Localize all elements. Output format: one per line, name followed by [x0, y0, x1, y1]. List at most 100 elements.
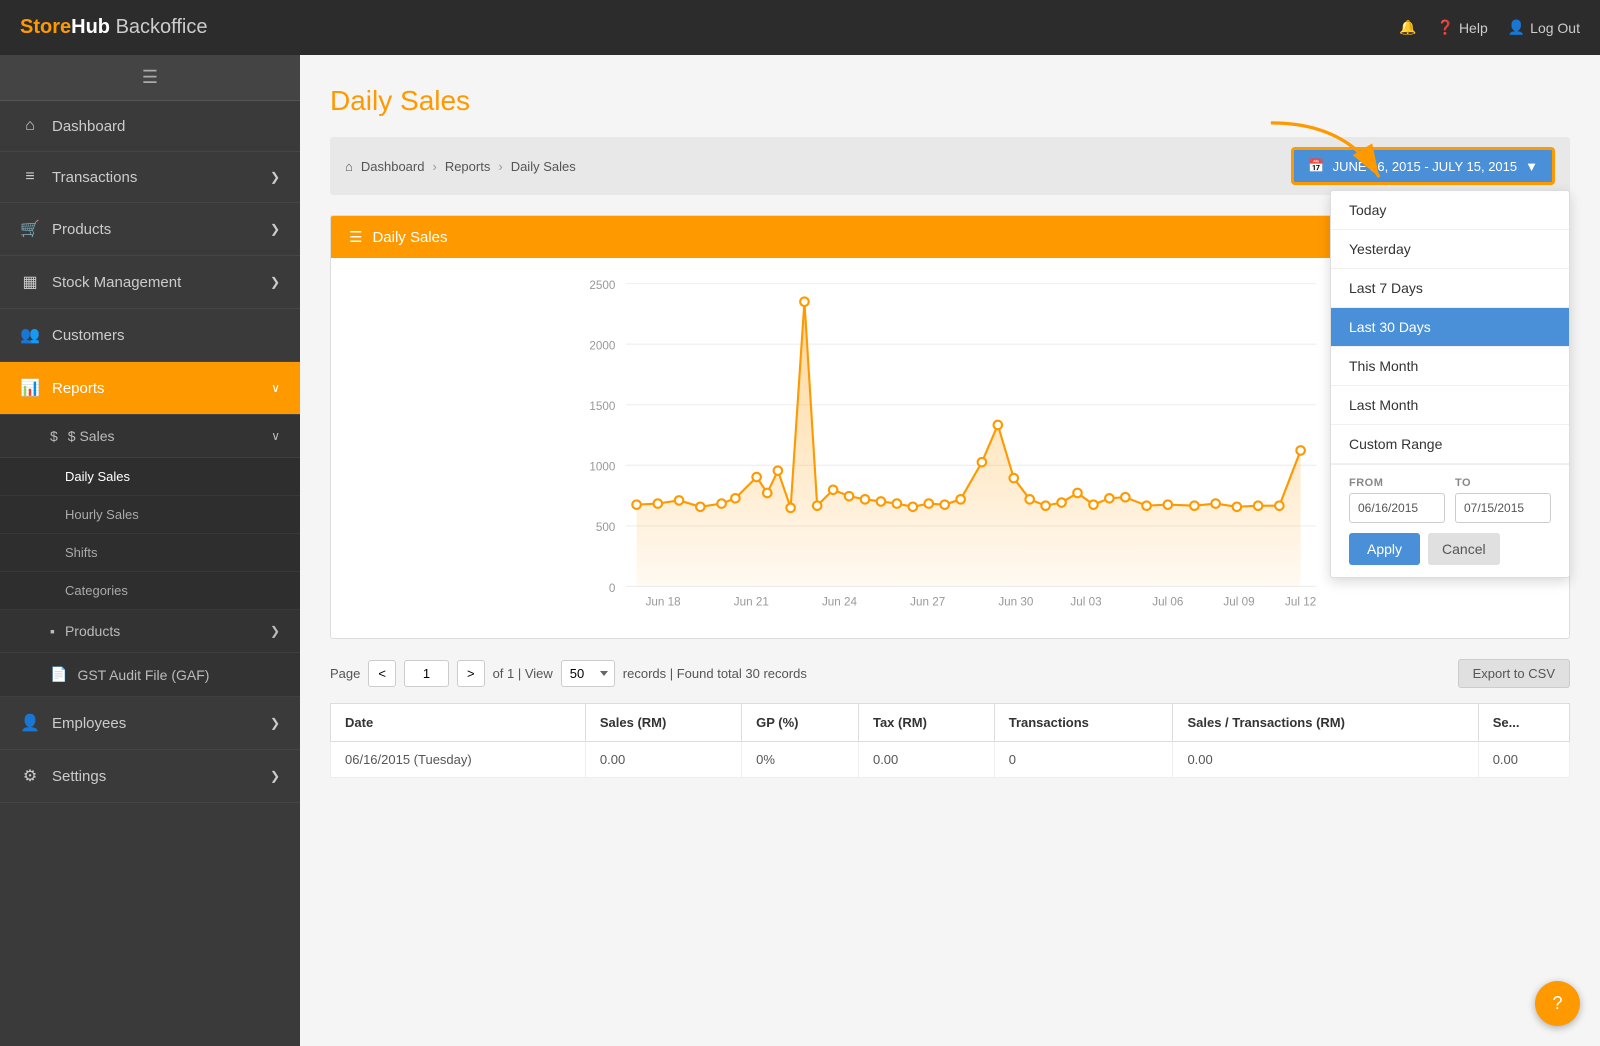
- cell-tax: 0.00: [858, 742, 994, 778]
- breadcrumb-bar: ⌂ Dashboard › Reports › Daily Sales 📅 JU…: [330, 137, 1570, 195]
- logout-label: Log Out: [1530, 20, 1580, 36]
- col-sales: Sales (RM): [585, 704, 741, 742]
- to-label: TO: [1455, 477, 1551, 489]
- sidebar-item-sales[interactable]: $ $ Sales ∨: [0, 415, 300, 458]
- svg-text:1500: 1500: [589, 400, 615, 413]
- records-per-page-select[interactable]: 50 100 200: [561, 660, 615, 687]
- notifications-bell[interactable]: 🔔: [1399, 19, 1416, 36]
- dropdown-option-today[interactable]: Today: [1331, 191, 1569, 230]
- page-label: Page: [330, 666, 360, 681]
- logout-link[interactable]: 👤 Log Out: [1508, 19, 1580, 36]
- dropdown-option-yesterday[interactable]: Yesterday: [1331, 230, 1569, 269]
- dropdown-option-last7[interactable]: Last 7 Days: [1331, 269, 1569, 308]
- dropdown-option-last30[interactable]: Last 30 Days: [1331, 308, 1569, 347]
- user-icon: 👤: [1508, 19, 1525, 36]
- sales-table: Date Sales (RM) GP (%) Tax (RM) Transact…: [330, 703, 1570, 778]
- next-page-button[interactable]: >: [457, 660, 485, 687]
- breadcrumb-daily-sales: Daily Sales: [511, 159, 576, 174]
- sidebar-item-products-label: Products: [52, 221, 111, 238]
- chart-title: Daily Sales: [372, 229, 447, 246]
- home-icon: ⌂: [20, 117, 40, 135]
- table-header-row: Date Sales (RM) GP (%) Tax (RM) Transact…: [331, 704, 1570, 742]
- help-icon: ❓: [1437, 19, 1454, 36]
- sidebar-item-hourly-sales-label: Hourly Sales: [65, 507, 139, 522]
- records-label: records | Found total 30 records: [623, 666, 807, 681]
- sidebar-toggle-button[interactable]: ☰: [0, 55, 300, 101]
- breadcrumb-sep1: ›: [432, 159, 436, 174]
- sidebar-item-products-report-label: Products: [65, 623, 120, 639]
- sidebar-item-settings[interactable]: ⚙ Settings ❯: [0, 750, 300, 803]
- help-label: Help: [1459, 20, 1488, 36]
- sidebar-item-dashboard[interactable]: ⌂ Dashboard: [0, 101, 300, 152]
- chart-menu-icon: ☰: [349, 228, 362, 246]
- sidebar-item-reports[interactable]: 📊 Reports ∨: [0, 362, 300, 415]
- sidebar-item-products-report[interactable]: ▪ Products ❯: [0, 610, 300, 653]
- sidebar-item-shifts-label: Shifts: [65, 545, 98, 560]
- sidebar-item-categories[interactable]: Categories: [0, 572, 300, 610]
- chat-icon: ?: [1552, 993, 1562, 1014]
- bell-icon: 🔔: [1399, 19, 1416, 36]
- sidebar-item-transactions[interactable]: ≡ Transactions ❯: [0, 152, 300, 203]
- from-label: FROM: [1349, 477, 1445, 489]
- export-csv-button[interactable]: Export to CSV: [1458, 659, 1570, 688]
- dropdown-option-this-month[interactable]: This Month: [1331, 347, 1569, 386]
- svg-text:Jun 24: Jun 24: [822, 596, 858, 609]
- date-picker-button[interactable]: 📅 JUNE 16, 2015 - JULY 15, 2015 ▼: [1291, 147, 1555, 185]
- cell-se: 0.00: [1478, 742, 1569, 778]
- sidebar-item-customers[interactable]: 👥 Customers: [0, 309, 300, 362]
- hamburger-icon: ☰: [142, 67, 158, 88]
- sidebar-item-gst[interactable]: 📄 GST Audit File (GAF): [0, 653, 300, 697]
- svg-text:2500: 2500: [589, 279, 615, 292]
- custom-range-actions: Apply Cancel: [1349, 533, 1551, 565]
- sidebar-item-employees[interactable]: 👤 Employees ❯: [0, 697, 300, 750]
- page-of-label: of 1 | View: [493, 666, 553, 681]
- sidebar: ☰ ⌂ Dashboard ≡ Transactions ❯ 🛒 Product…: [0, 55, 300, 1046]
- sidebar-item-employees-label: Employees: [52, 715, 126, 732]
- breadcrumb: ⌂ Dashboard › Reports › Daily Sales: [345, 159, 576, 174]
- svg-text:Jun 30: Jun 30: [998, 596, 1034, 609]
- date-range-dropdown: Today Yesterday Last 7 Days Last 30 Days…: [1330, 190, 1570, 578]
- cell-sales: 0.00: [585, 742, 741, 778]
- cell-date: 06/16/2015 (Tuesday): [331, 742, 586, 778]
- sidebar-item-daily-sales-label: Daily Sales: [65, 469, 130, 484]
- sales-submenu: Daily Sales Hourly Sales Shifts Categori…: [0, 458, 300, 610]
- chevron-right-icon: ❯: [270, 170, 280, 184]
- chat-bubble-button[interactable]: ?: [1535, 981, 1580, 1026]
- svg-text:Jul 12: Jul 12: [1285, 596, 1316, 609]
- page-number-input[interactable]: [404, 660, 449, 687]
- sidebar-item-gst-label: GST Audit File (GAF): [77, 667, 209, 683]
- sidebar-item-stock[interactable]: ▦ Stock Management ❯: [0, 256, 300, 309]
- brand-backoffice: Backoffice: [110, 16, 207, 38]
- reports-icon: 📊: [20, 378, 40, 398]
- dropdown-option-custom[interactable]: Custom Range: [1331, 425, 1569, 464]
- dropdown-option-last-month[interactable]: Last Month: [1331, 386, 1569, 425]
- sidebar-item-hourly-sales[interactable]: Hourly Sales: [0, 496, 300, 534]
- chevron-right-icon-settings: ❯: [270, 769, 280, 783]
- from-date-input[interactable]: [1349, 493, 1445, 523]
- svg-text:0: 0: [609, 582, 616, 595]
- cell-transactions: 0: [994, 742, 1173, 778]
- svg-text:2000: 2000: [589, 340, 615, 353]
- sidebar-item-products[interactable]: 🛒 Products ❯: [0, 203, 300, 256]
- dollar-icon: $: [50, 428, 58, 444]
- sidebar-item-sales-label: $ Sales: [68, 428, 115, 444]
- apply-button[interactable]: Apply: [1349, 533, 1420, 565]
- chevron-right-icon-stock: ❯: [270, 275, 280, 289]
- sidebar-item-daily-sales[interactable]: Daily Sales: [0, 458, 300, 496]
- products-icon: 🛒: [20, 219, 40, 239]
- brand-logo: StoreHub Backoffice: [20, 16, 1399, 39]
- sidebar-item-reports-label: Reports: [52, 380, 105, 397]
- customers-icon: 👥: [20, 325, 40, 345]
- from-date-col: FROM: [1349, 477, 1445, 523]
- stock-icon: ▦: [20, 272, 40, 292]
- sidebar-item-shifts[interactable]: Shifts: [0, 534, 300, 572]
- to-date-input[interactable]: [1455, 493, 1551, 523]
- prev-page-button[interactable]: <: [368, 660, 396, 687]
- to-date-col: TO: [1455, 477, 1551, 523]
- col-date: Date: [331, 704, 586, 742]
- svg-text:1000: 1000: [589, 461, 615, 474]
- help-link[interactable]: ❓ Help: [1437, 19, 1488, 36]
- cancel-button[interactable]: Cancel: [1428, 533, 1500, 565]
- chevron-right-icon-employees: ❯: [270, 716, 280, 730]
- col-se: Se...: [1478, 704, 1569, 742]
